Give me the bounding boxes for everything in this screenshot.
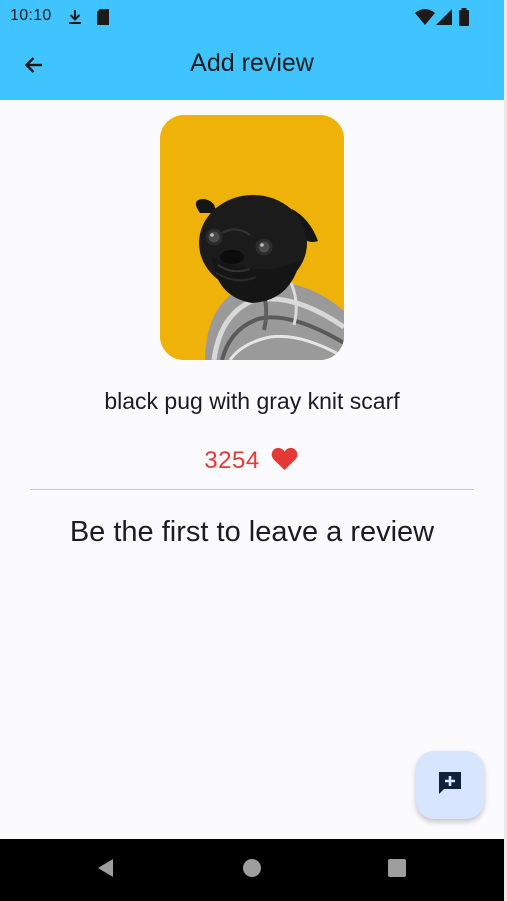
- sd-card-icon: [95, 8, 111, 31]
- wifi-icon: [414, 8, 436, 31]
- photo-caption: black pug with gray knit scarf: [104, 388, 400, 414]
- add-comment-icon: [437, 770, 463, 801]
- empty-reviews-message: Be the first to leave a review: [69, 516, 435, 548]
- pug-photo: [160, 115, 344, 360]
- divider: [30, 489, 474, 490]
- status-bar: 10:10: [0, 0, 504, 34]
- heart-icon: [271, 447, 298, 476]
- cell-signal-icon: [435, 8, 453, 31]
- status-time: 10:10: [10, 7, 52, 24]
- nav-recents-button[interactable]: [382, 855, 412, 885]
- likes-row: 3254: [0, 446, 504, 476]
- page-title: Add review: [190, 49, 314, 77]
- like-button[interactable]: [270, 446, 300, 476]
- add-review-button[interactable]: [416, 751, 484, 819]
- system-nav-bar: [0, 839, 504, 901]
- top-bar: 10:10 Add review: [0, 0, 504, 100]
- screen: 10:10 Add review black pug with gray kni…: [0, 0, 504, 901]
- likes-count: 3254: [204, 447, 260, 474]
- recents-square-icon: [387, 858, 407, 883]
- nav-back-button[interactable]: [90, 855, 120, 885]
- app-bar: Add review: [0, 34, 504, 100]
- home-circle-icon: [242, 858, 262, 883]
- battery-icon: [458, 8, 470, 31]
- nav-home-button[interactable]: [237, 855, 267, 885]
- download-icon: [66, 8, 84, 31]
- back-triangle-icon: [95, 858, 115, 883]
